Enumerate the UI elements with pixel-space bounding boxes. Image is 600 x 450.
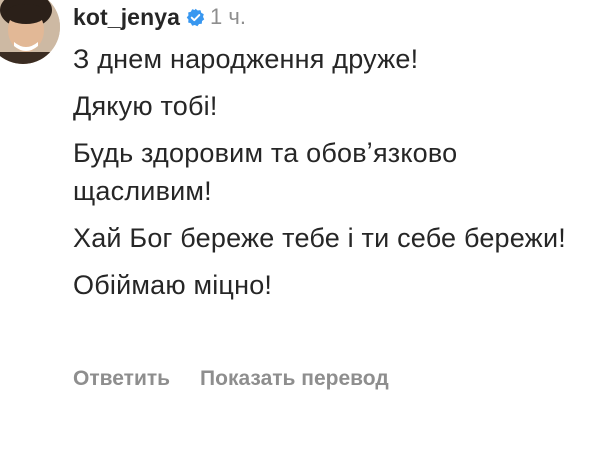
- comment-line: Обіймаю міцно!: [73, 270, 273, 300]
- avatar[interactable]: [0, 0, 60, 64]
- username[interactable]: kot_jenya: [73, 4, 180, 31]
- comment-text: З днем народження друже! Дякую тобі! Буд…: [73, 40, 583, 313]
- comment-line: Дякую тобі!: [73, 91, 218, 121]
- comment: kot_jenya 1 ч. З днем народження друже! …: [0, 0, 600, 450]
- comment-actions: Ответить Показать перевод: [73, 367, 389, 391]
- comment-line: Хай Бог береже тебе і ти себе бережи!: [73, 223, 566, 253]
- timestamp: 1 ч.: [210, 4, 246, 29]
- show-translation-button[interactable]: Показать перевод: [200, 367, 389, 391]
- reply-button[interactable]: Ответить: [73, 367, 170, 391]
- verified-badge-icon: [186, 8, 205, 27]
- comment-header: kot_jenya 1 ч.: [73, 2, 246, 32]
- comment-line: З днем народження друже!: [73, 44, 419, 74]
- comment-line: Будь здоровим та обовʼязково щасливим!: [73, 138, 458, 206]
